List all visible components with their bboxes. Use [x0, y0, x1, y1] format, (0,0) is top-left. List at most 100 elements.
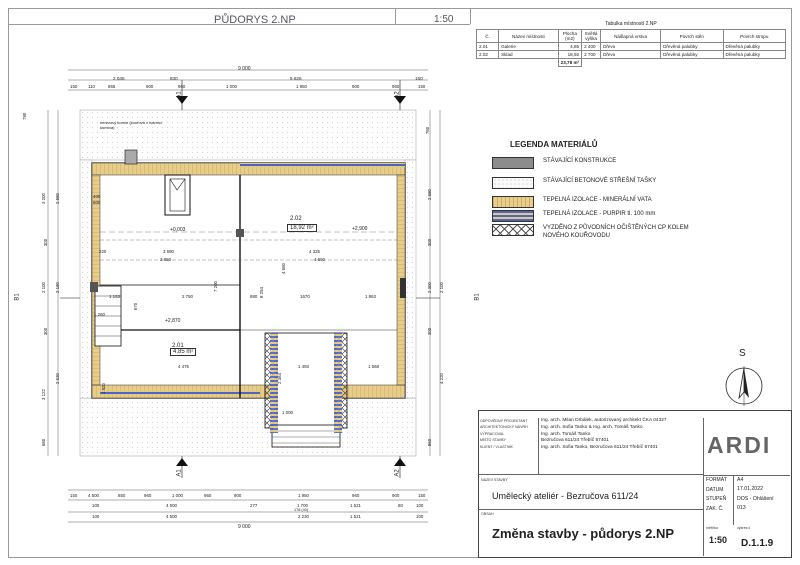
- table-cell: 2 700: [581, 50, 602, 59]
- table-cell: 2.02: [475, 50, 500, 59]
- tb-key: MÍSTO STAVBY: [480, 438, 506, 443]
- dim-label: 150: [70, 84, 78, 89]
- section-mark: B1: [474, 293, 481, 301]
- dim-bottom-total: 9 000: [238, 524, 251, 530]
- swatch-mineral-wool: [492, 196, 534, 208]
- meta-value: 17.01.2022: [737, 486, 763, 493]
- room-area: 18,92 m²: [287, 224, 317, 232]
- dim-label: 4 325: [309, 249, 320, 254]
- tb-divider: [478, 509, 703, 510]
- project-name: Umělecký ateliér - Bezručova 611/24: [492, 491, 639, 501]
- legend-item: STÁVAJÍCÍ KONSTRUKCE: [492, 157, 616, 169]
- legend-item: TEPELNÁ IZOLACE - MINERÁLNÍ VATA: [492, 196, 652, 208]
- tb-key: ARCHITEKTONICKÝ NÁVRH: [480, 425, 528, 430]
- tb-key: KLIENT / VLASTNÍK: [480, 444, 513, 449]
- room-number: 2.02: [290, 216, 302, 222]
- dim-label: 8 254: [259, 287, 264, 298]
- dim-label: 300: [427, 238, 433, 247]
- table-cell: Dřevěná palubky: [722, 50, 787, 59]
- legend-item: VYZDĚNO Z PŮVODNÍCH OČIŠTĚNÝCH CP KOLEM …: [492, 224, 693, 240]
- tb-divider: [703, 418, 704, 556]
- rooms-table-title: Tabulka místností 2.NP: [605, 21, 657, 27]
- north-label: S: [739, 348, 746, 359]
- tb-divider: [478, 474, 703, 475]
- table-cell: Sklad: [498, 50, 559, 59]
- swatch-purpir: [492, 210, 534, 222]
- dim-label: 4 500: [166, 514, 177, 519]
- rooms-total: 23,78 m²: [557, 58, 583, 67]
- meta-key: ZAK. Č.: [706, 505, 724, 512]
- dim-label: 1 950: [296, 84, 307, 89]
- tb-divider: [703, 475, 790, 476]
- column-header: Č.: [475, 29, 500, 43]
- dim-label: 900: [352, 84, 360, 89]
- legend-title: LEGENDA MATERIÁLŮ: [510, 140, 598, 149]
- sheet-scale: 1:50: [709, 535, 728, 545]
- dim-label: 1 863: [365, 294, 376, 299]
- dim-label: 865: [108, 84, 116, 89]
- legend-item: STÁVAJÍCÍ BETONOVÉ STŘEŠNÍ TAŠKY: [492, 177, 656, 189]
- dim-label: 960: [392, 84, 400, 89]
- dim-label: 5 626: [290, 76, 302, 81]
- column-header: Nášlapná vrstva: [600, 29, 662, 43]
- column-header: Povrch stěn: [660, 29, 724, 43]
- dim-label: 670: [133, 302, 139, 311]
- dim-label: 600: [93, 200, 101, 205]
- content-name: Změna stavby - půdorys 2.NP: [492, 526, 675, 541]
- tb-keys: ODPOVĚDNÝ PROJEKTANT ARCHITEKTONICKÝ NÁV…: [480, 419, 528, 449]
- tb-divider: [538, 418, 539, 474]
- tb-values: Ing. arch. Milan Drbálek, autorizovaný a…: [541, 418, 667, 450]
- dim-label: 900: [392, 493, 400, 498]
- dim-label: 1670: [300, 294, 310, 299]
- dim-label: 900: [234, 493, 242, 498]
- table-total-row: 23,78 m²: [477, 58, 786, 67]
- legend-label: STÁVAJÍCÍ BETONOVÉ STŘEŠNÍ TAŠKY: [543, 178, 657, 184]
- tb-value: Bezručova 611/24 Třebíč 67401: [541, 438, 609, 444]
- table-cell: Galerie: [498, 42, 559, 51]
- table-row: 2.02 Sklad 18,92 2 700 Dřevo Dřevěná pal…: [475, 50, 787, 59]
- legend-label: TEPELNÁ IZOLACE - PURPIR tl. 100 mm: [543, 211, 656, 217]
- dim-label: 2 384: [277, 373, 282, 384]
- dim-label: 150: [415, 76, 423, 81]
- dim-label: 4 500: [166, 503, 177, 508]
- dim-label: 3 690: [163, 249, 174, 254]
- meta-value: DOS - Ohlášení: [737, 495, 774, 502]
- dim-label: 3 850: [160, 257, 171, 262]
- rooms-table-header: Č. Název místnosti Plocha (m2) Světlá vý…: [475, 29, 787, 43]
- room-area: 4,85 m²: [170, 348, 197, 356]
- dim-label: 2 230: [298, 514, 309, 519]
- content-key: OBSAH: [481, 512, 494, 516]
- section-mark: B1: [14, 293, 21, 301]
- dim-label: 780: [22, 112, 27, 120]
- legend-item: TEPELNÁ IZOLACE - PURPIR tl. 100 mm: [492, 210, 655, 222]
- dim-label: 1 000: [282, 410, 293, 415]
- table-cell: 2 400: [581, 42, 602, 51]
- dim-label: 150: [70, 493, 78, 498]
- meta-value: A4: [737, 477, 744, 483]
- scale-key: měřítko: [706, 526, 718, 530]
- dim-top-total: 9 000: [238, 66, 251, 72]
- dim-label: 830: [170, 76, 178, 81]
- compass-icon: [725, 366, 763, 406]
- sheet-key: výkres č.: [737, 526, 752, 530]
- meta-value: 013: [737, 505, 746, 512]
- dim-label: 2 580: [427, 189, 432, 200]
- section-mark: A2: [394, 91, 401, 99]
- dim-label: 1 920: [101, 383, 106, 394]
- level-mark: +2,900: [352, 226, 368, 232]
- table-cell: Dřevo: [600, 50, 662, 59]
- dim-label: 150: [418, 84, 426, 89]
- dim-label: 850: [118, 493, 126, 498]
- dim-label: 2 045: [113, 76, 125, 81]
- dim-label: 1 568: [368, 364, 379, 369]
- dim-label: 300: [427, 327, 433, 336]
- chimney-note: nerezový komín (kouřová v tvárnici komín…: [100, 120, 162, 130]
- swatch-roof-tiles: [492, 177, 534, 189]
- dim-label: 178 (40): [294, 508, 309, 512]
- meta-key: FORMÁT: [706, 477, 728, 483]
- meta-key: DATUM: [706, 486, 724, 493]
- dim-label: 80: [398, 503, 403, 508]
- dim-label: 900: [146, 84, 154, 89]
- rooms-table: Tabulka místností 2.NP Č. Název místnost…: [475, 19, 787, 67]
- tb-value: Ing. arch. Sofia Tanko & Ing. arch. Tomá…: [541, 424, 643, 430]
